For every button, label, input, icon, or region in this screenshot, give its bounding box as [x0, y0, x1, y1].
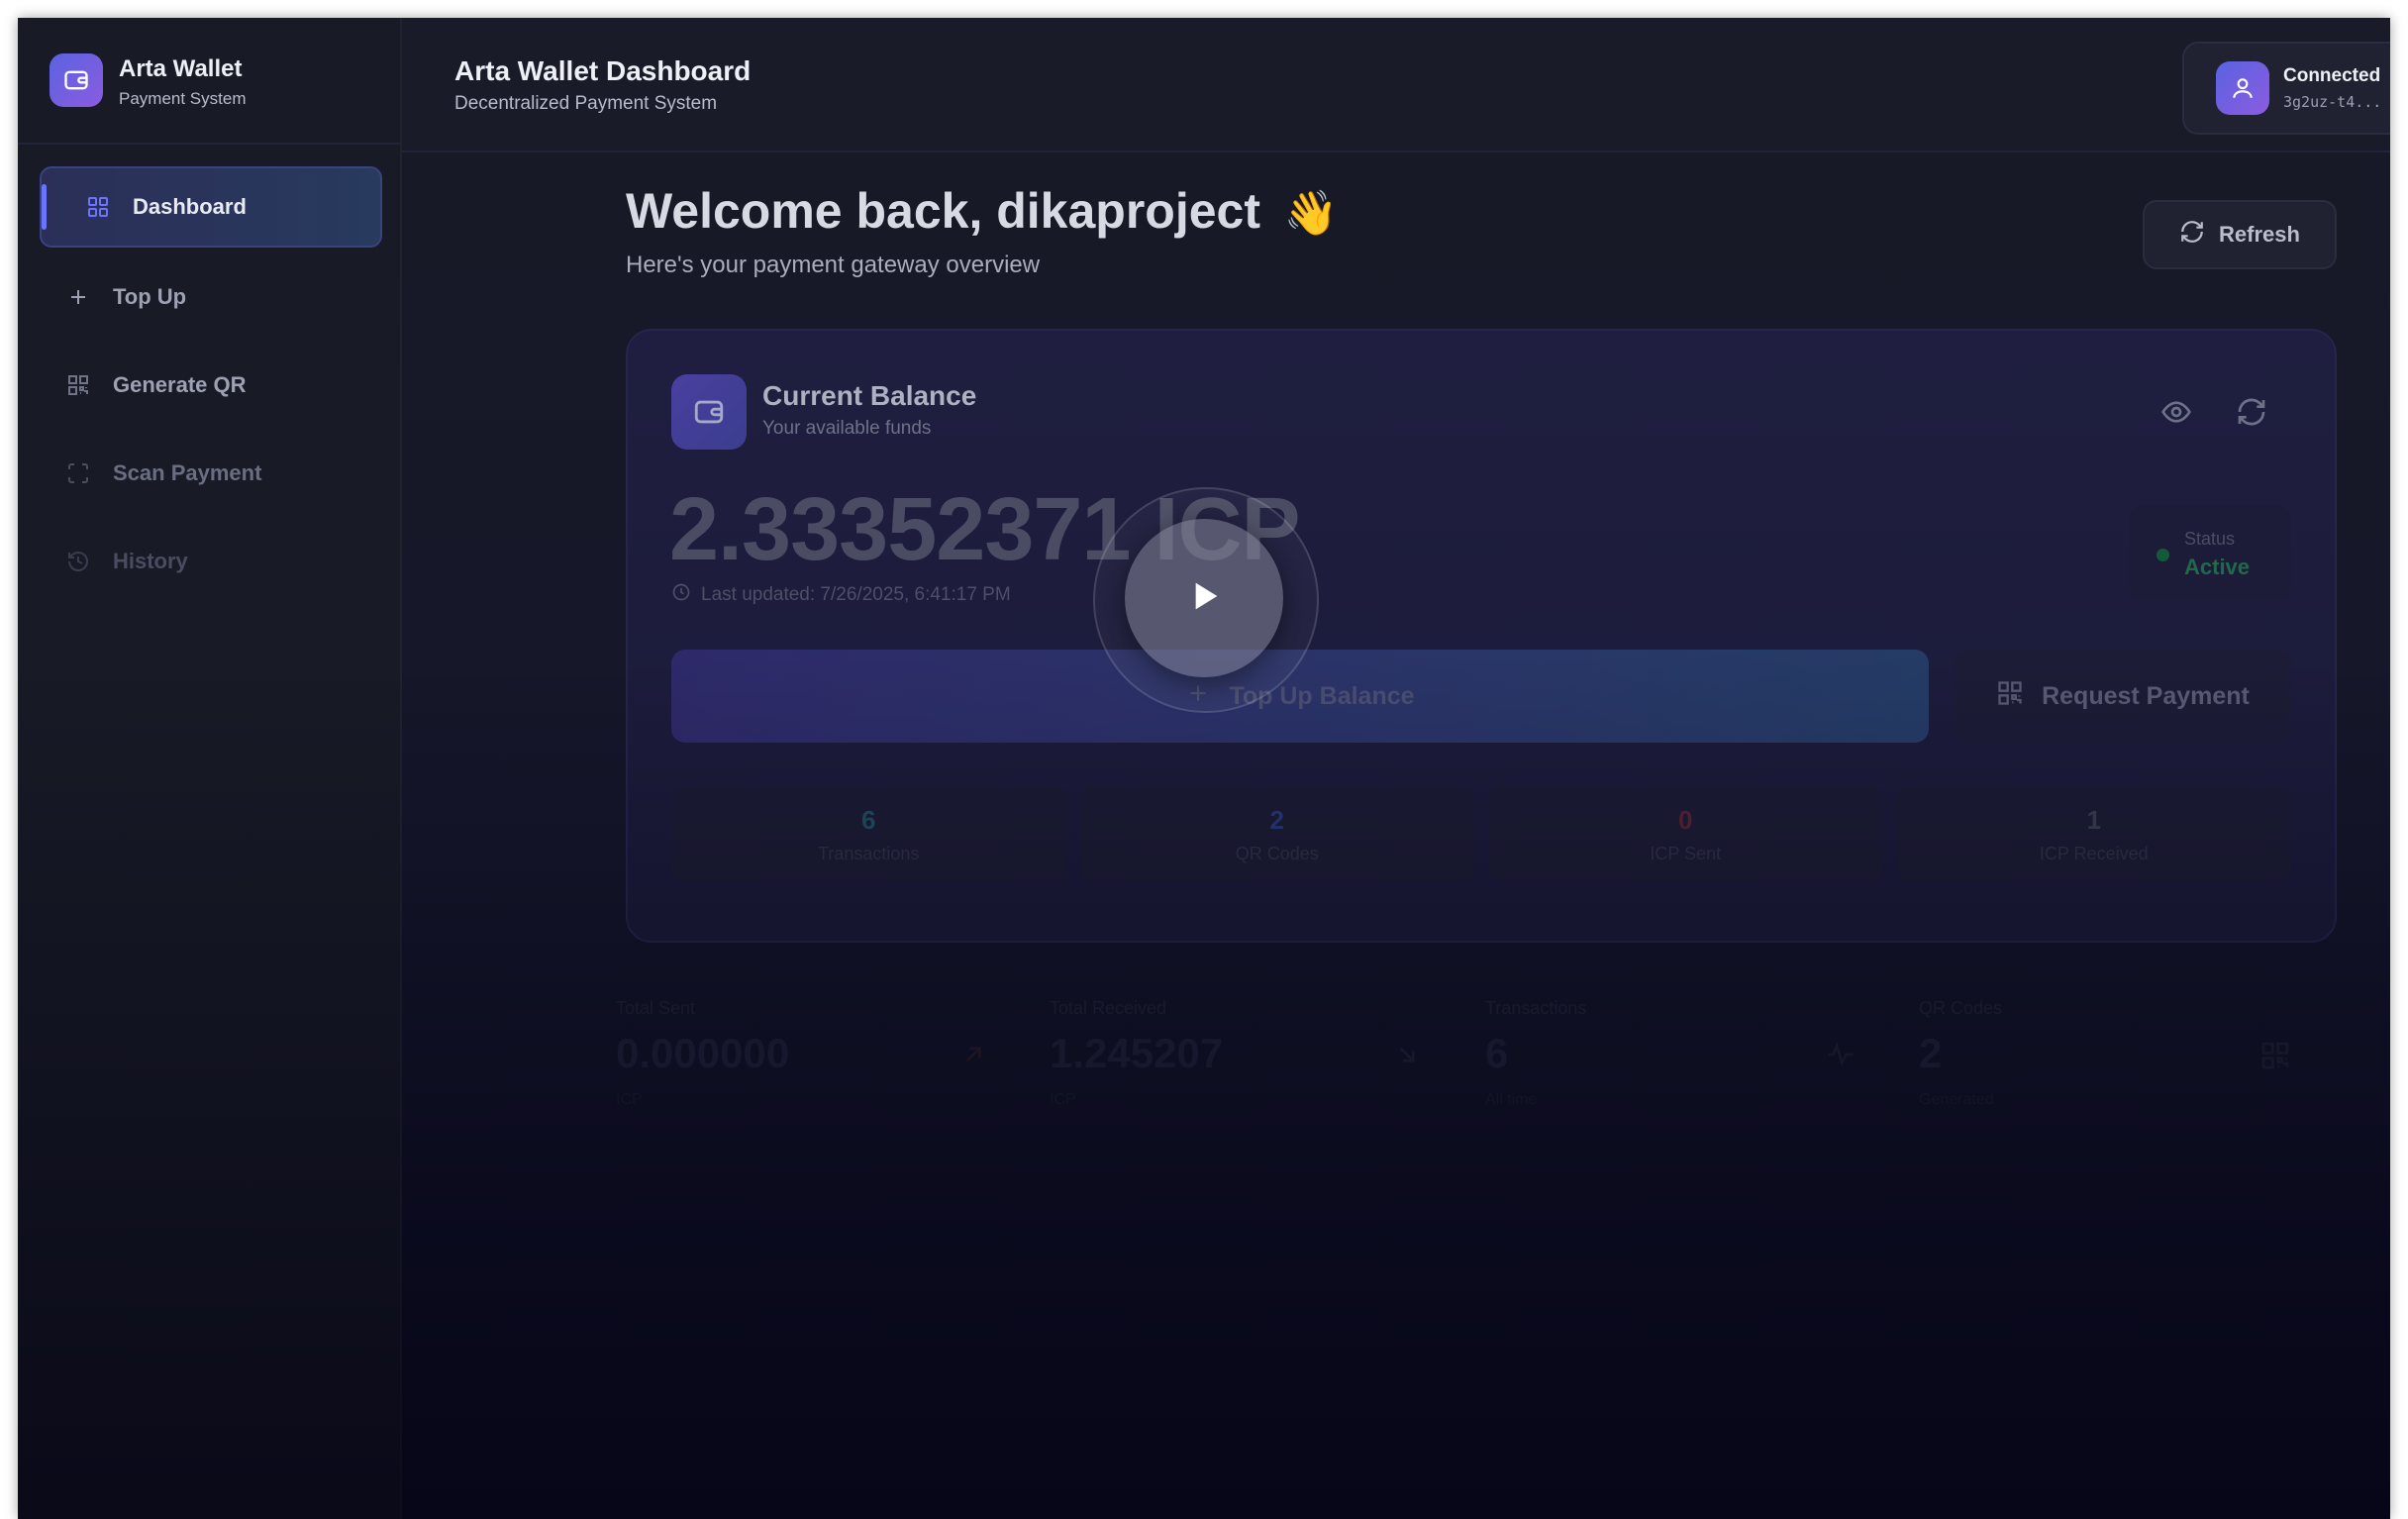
stat-unit: ICP [616, 1091, 643, 1108]
sidebar-item-history[interactable]: History [40, 523, 382, 600]
balance-title: Current Balance [762, 380, 977, 411]
sidebar-item-top-up[interactable]: Top Up [40, 258, 382, 336]
mini-stat-label: Transactions [818, 844, 920, 863]
main-content: Welcome back, dikaproject 👋 Here's your … [402, 152, 2390, 1519]
sidebar-item-scan-payment[interactable]: Scan Payment [40, 435, 382, 512]
status-dot-icon [2157, 549, 2169, 561]
stat-value: 1.245207 [1050, 1030, 1224, 1076]
brand-subtitle: Payment System [119, 89, 247, 108]
balance-card: Current Balance Your available funds 2.3… [626, 329, 2337, 943]
refresh-button[interactable]: Refresh [2143, 200, 2337, 269]
stat-card-transactions: Transactions 6 All time [1485, 988, 1891, 1127]
app-window: Arta Wallet Payment System Dashboard Top… [18, 18, 2390, 1519]
mini-stats: 6 Transactions 2 QR Codes 0 ICP Sent 1 I… [671, 786, 2291, 883]
connection-status[interactable]: Connected 3g2uz-t4... [2182, 42, 2390, 135]
mini-stat-icp-sent: 0 ICP Sent [1488, 786, 1883, 883]
brand: Arta Wallet Payment System [18, 18, 400, 145]
mini-stat-qr-codes: 2 QR Codes [1079, 786, 1474, 883]
sidebar: Arta Wallet Payment System Dashboard Top… [18, 18, 402, 1519]
stat-value: 0.000000 [616, 1030, 790, 1076]
stat-card-total-sent: Total Sent 0.000000 ICP [616, 988, 1022, 1127]
balance-refresh-icon[interactable] [2236, 396, 2267, 433]
activity-icon [1824, 1040, 1857, 1074]
mini-stat-label: ICP Received [2039, 844, 2149, 863]
last-updated: Last updated: 7/26/2025, 6:41:17 PM [671, 582, 1011, 608]
sidebar-nav: Dashboard Top Up Generate QR Scan Paymen… [40, 166, 382, 611]
sidebar-item-label: Top Up [113, 284, 187, 309]
last-updated-text: Last updated: 7/26/2025, 6:41:17 PM [701, 584, 1011, 605]
sidebar-item-label: Generate QR [113, 372, 247, 397]
welcome-text: Welcome back, dikaproject [626, 183, 1260, 239]
mini-stat-value: 1 [2086, 805, 2101, 835]
mini-stat-value: 0 [1678, 805, 1693, 835]
stat-label: Total Received [1050, 998, 1167, 1018]
play-button[interactable] [1125, 519, 1283, 677]
stat-card-total-received: Total Received 1.245207 ICP [1050, 988, 1455, 1127]
page-title: Arta Wallet Dashboard [454, 55, 752, 86]
connection-label: Connected [2283, 65, 2381, 86]
mini-stat-label: QR Codes [1235, 844, 1319, 863]
stat-value: 2 [1919, 1030, 1943, 1076]
wave-emoji: 👋 [1283, 189, 1339, 238]
welcome-heading: Welcome back, dikaproject 👋 [626, 182, 1339, 240]
plus-icon [65, 284, 91, 310]
mini-stat-value: 2 [1269, 805, 1284, 835]
stats-row: Total Sent 0.000000 ICP Total Received 1… [616, 988, 2333, 1127]
balance-subtitle: Your available funds [762, 418, 932, 439]
request-payment-button[interactable]: Request Payment [1955, 650, 2291, 743]
arrow-up-right-icon [958, 1040, 988, 1074]
refresh-icon [2179, 219, 2205, 251]
top-up-balance-button[interactable]: Top Up Balance [671, 650, 1929, 743]
qr-icon [2259, 1040, 2291, 1076]
scan-icon [65, 460, 91, 486]
clock-icon [671, 582, 691, 608]
stat-unit: Generated [1919, 1091, 1994, 1108]
history-icon [65, 549, 91, 574]
wallet-icon [671, 374, 747, 450]
sidebar-item-dashboard[interactable]: Dashboard [40, 166, 382, 248]
qr-icon [1996, 679, 2024, 714]
qr-icon [65, 372, 91, 398]
mini-stat-transactions: 6 Transactions [671, 786, 1066, 883]
request-payment-label: Request Payment [2042, 681, 2250, 710]
user-avatar-icon [2216, 61, 2269, 115]
status-badge: Status Active [2129, 505, 2291, 600]
mini-stat-label: ICP Sent [1650, 844, 1722, 863]
status-label: Status [2184, 529, 2236, 549]
brand-name: Arta Wallet [119, 55, 243, 82]
play-icon [1184, 576, 1224, 621]
principal-address: 3g2uz-t4... [2283, 93, 2382, 111]
sidebar-item-generate-qr[interactable]: Generate QR [40, 347, 382, 424]
stat-unit: ICP [1050, 1091, 1076, 1108]
page-subtitle: Decentralized Payment System [454, 93, 718, 114]
status-value: Active [2184, 555, 2251, 579]
stat-unit: All time [1485, 1091, 1538, 1108]
stat-label: QR Codes [1919, 998, 2003, 1018]
mini-stat-icp-received: 1 ICP Received [1896, 786, 2291, 883]
welcome-subtitle: Here's your payment gateway overview [626, 252, 1041, 278]
refresh-label: Refresh [2219, 222, 2300, 247]
wallet-logo-icon [50, 53, 103, 107]
sidebar-item-label: History [113, 549, 188, 573]
stat-card-qr-codes: QR Codes 2 Generated [1919, 988, 2325, 1127]
stat-label: Transactions [1485, 998, 1587, 1018]
sidebar-item-label: Dashboard [133, 194, 247, 219]
stat-label: Total Sent [616, 998, 696, 1018]
stat-value: 6 [1485, 1030, 1509, 1076]
grid-icon [85, 194, 111, 220]
top-header: Arta Wallet Dashboard Decentralized Paym… [402, 18, 2390, 152]
eye-icon[interactable] [2160, 396, 2192, 433]
mini-stat-value: 6 [861, 805, 876, 835]
sidebar-item-label: Scan Payment [113, 460, 262, 485]
arrow-down-right-icon [1392, 1040, 1422, 1074]
